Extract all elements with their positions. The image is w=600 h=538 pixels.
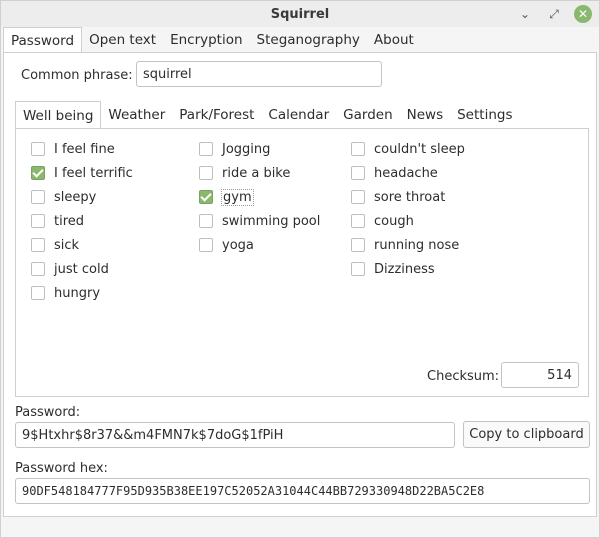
tab-open-text[interactable]: Open text bbox=[82, 27, 163, 53]
checkbox[interactable] bbox=[351, 238, 365, 252]
password-label: Password: bbox=[15, 405, 81, 420]
checkbox-row[interactable]: gym bbox=[199, 187, 254, 207]
checkbox-label: I feel terrific bbox=[54, 165, 133, 181]
checksum-field[interactable]: 514 bbox=[501, 362, 579, 388]
minimize-icon[interactable]: ⌄ bbox=[516, 5, 534, 23]
tab-about[interactable]: About bbox=[367, 27, 421, 53]
copy-to-clipboard-button[interactable]: Copy to clipboard bbox=[463, 421, 590, 448]
checkbox-label: tired bbox=[54, 213, 85, 229]
checkbox-row[interactable]: swimming pool bbox=[199, 211, 320, 231]
maximize-icon[interactable]: ⤢ bbox=[545, 5, 563, 23]
checkbox-label: running nose bbox=[374, 237, 460, 253]
checkbox-label: Jogging bbox=[222, 141, 271, 157]
title-bar[interactable]: Squirrel ⌄ ⤢ ✕ bbox=[1, 1, 599, 27]
checkbox[interactable] bbox=[199, 190, 213, 204]
tab-weather[interactable]: Weather bbox=[101, 101, 172, 129]
checkbox-label: couldn't sleep bbox=[374, 141, 465, 157]
checkbox[interactable] bbox=[199, 142, 213, 156]
tab-settings[interactable]: Settings bbox=[450, 101, 519, 129]
checkbox[interactable] bbox=[31, 214, 45, 228]
checkbox-row[interactable]: hungry bbox=[31, 283, 100, 303]
sub-tabs: Well being Weather Park/Forest Calendar … bbox=[15, 101, 519, 129]
checkbox[interactable] bbox=[31, 142, 45, 156]
checkbox-label: I feel fine bbox=[54, 141, 115, 157]
checkbox[interactable] bbox=[31, 262, 45, 276]
common-phrase-input[interactable]: squirrel bbox=[136, 61, 382, 87]
tab-well-being[interactable]: Well being bbox=[15, 101, 102, 129]
checkbox[interactable] bbox=[199, 166, 213, 180]
checkbox-row[interactable]: sleepy bbox=[31, 187, 96, 207]
checkbox[interactable] bbox=[31, 286, 45, 300]
checkbox-label: sick bbox=[54, 237, 80, 253]
checkbox-row[interactable]: just cold bbox=[31, 259, 109, 279]
checkbox[interactable] bbox=[199, 238, 213, 252]
close-icon[interactable]: ✕ bbox=[574, 5, 592, 23]
checkbox-row[interactable]: I feel fine bbox=[31, 139, 115, 159]
checkbox[interactable] bbox=[31, 238, 45, 252]
checkbox-row[interactable]: tired bbox=[31, 211, 84, 231]
checkbox-label: ride a bike bbox=[222, 165, 291, 181]
password-field[interactable]: 9$Htxhr$8r37&&m4FMN7k$7doG$1fPiH bbox=[15, 422, 455, 448]
checkbox-row[interactable]: I feel terrific bbox=[31, 163, 133, 183]
checkbox-row[interactable]: headache bbox=[351, 163, 438, 183]
checkbox[interactable] bbox=[31, 190, 45, 204]
checkbox[interactable] bbox=[351, 166, 365, 180]
checkbox-label: swimming pool bbox=[222, 213, 321, 229]
checkbox-row[interactable]: couldn't sleep bbox=[351, 139, 465, 159]
checkbox[interactable] bbox=[351, 262, 365, 276]
checkbox-label: sleepy bbox=[54, 189, 97, 205]
well-being-panel: I feel fine I feel terrific sleepy tired… bbox=[15, 128, 589, 397]
app-window: Squirrel ⌄ ⤢ ✕ Password Open text Encryp… bbox=[0, 0, 600, 538]
checkbox-label: gym bbox=[221, 188, 254, 206]
password-hex-field[interactable]: 90DF548184777F95D935B38EE197C52052A31044… bbox=[15, 478, 590, 504]
checkbox-label: sore throat bbox=[374, 189, 446, 205]
checkbox-label: Dizziness bbox=[374, 261, 435, 277]
tab-news[interactable]: News bbox=[400, 101, 450, 129]
tab-encryption[interactable]: Encryption bbox=[163, 27, 249, 53]
checkbox-row[interactable]: ride a bike bbox=[199, 163, 290, 183]
checkbox-row[interactable]: cough bbox=[351, 211, 414, 231]
checkbox-row[interactable]: yoga bbox=[199, 235, 254, 255]
checkbox-row[interactable]: Jogging bbox=[199, 139, 270, 159]
checkbox-row[interactable]: sore throat bbox=[351, 187, 445, 207]
password-panel: Common phrase: squirrel Well being Weath… bbox=[3, 52, 597, 517]
checkbox-row[interactable]: running nose bbox=[351, 235, 459, 255]
tab-password[interactable]: Password bbox=[3, 27, 83, 53]
window-title: Squirrel bbox=[270, 6, 330, 22]
password-hex-label: Password hex: bbox=[15, 461, 108, 476]
checksum-label: Checksum: bbox=[427, 369, 500, 384]
tab-garden[interactable]: Garden bbox=[336, 101, 399, 129]
checkbox[interactable] bbox=[199, 214, 213, 228]
tab-park-forest[interactable]: Park/Forest bbox=[172, 101, 261, 129]
checkbox[interactable] bbox=[351, 190, 365, 204]
checkbox-label: hungry bbox=[54, 285, 101, 301]
checkbox-row[interactable]: sick bbox=[31, 235, 79, 255]
tab-calendar[interactable]: Calendar bbox=[261, 101, 336, 129]
main-tabs: Password Open text Encryption Steganogra… bbox=[3, 27, 421, 53]
tab-steganography[interactable]: Steganography bbox=[250, 27, 367, 53]
checkbox-label: headache bbox=[374, 165, 438, 181]
checkbox-label: just cold bbox=[54, 261, 109, 277]
checkbox[interactable] bbox=[31, 166, 45, 180]
checkbox-label: yoga bbox=[222, 237, 254, 253]
checkbox-label: cough bbox=[374, 213, 414, 229]
checkbox-row[interactable]: Dizziness bbox=[351, 259, 435, 279]
checkbox[interactable] bbox=[351, 214, 365, 228]
checkbox[interactable] bbox=[351, 142, 365, 156]
common-phrase-label: Common phrase: bbox=[21, 68, 133, 83]
